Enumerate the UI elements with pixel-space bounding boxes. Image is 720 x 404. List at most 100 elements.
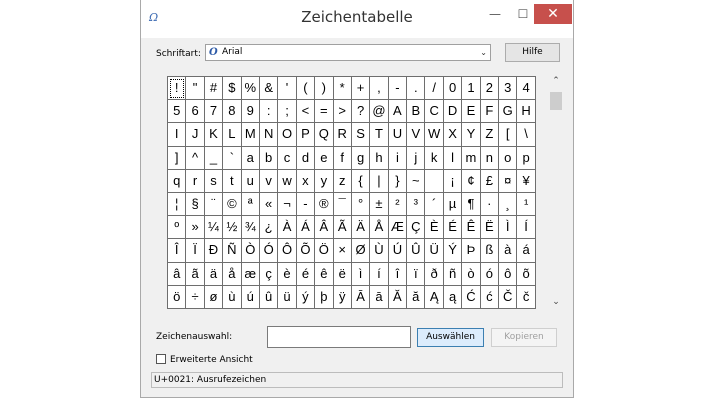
char-cell[interactable]: »: [186, 216, 205, 240]
char-cell[interactable]: ': [278, 77, 297, 101]
char-cell[interactable]: K: [204, 123, 224, 147]
char-cell[interactable]: 1: [462, 77, 481, 101]
char-cell[interactable]: X: [443, 123, 463, 147]
char-cell[interactable]: H: [517, 100, 536, 124]
char-cell[interactable]: ê: [315, 262, 334, 286]
char-cell[interactable]: Ā: [351, 285, 371, 309]
char-cell[interactable]: Ä: [351, 216, 371, 240]
char-cell[interactable]: û: [259, 285, 279, 309]
maximize-button[interactable]: ☐: [509, 4, 537, 24]
char-cell[interactable]: P: [296, 123, 316, 147]
char-cell[interactable]: Ã: [333, 216, 352, 240]
char-cell[interactable]: z: [333, 169, 352, 193]
char-cell[interactable]: þ: [315, 285, 334, 309]
char-cell[interactable]: Ă: [388, 285, 408, 309]
char-cell[interactable]: e: [315, 146, 334, 170]
char-cell[interactable]: ^: [186, 146, 205, 170]
char-cell[interactable]: «: [259, 192, 279, 217]
char-cell[interactable]: R: [333, 123, 352, 147]
char-cell[interactable]: W: [425, 123, 444, 147]
char-cell[interactable]: ¼: [204, 216, 224, 240]
char-cell[interactable]: º: [168, 216, 187, 240]
char-cell[interactable]: â: [168, 262, 187, 286]
char-cell[interactable]: Ò: [241, 239, 260, 263]
char-cell[interactable]: A: [388, 100, 408, 124]
char-cell[interactable]: ç: [259, 262, 279, 286]
char-cell[interactable]: }: [388, 169, 408, 193]
char-cell[interactable]: ¿: [259, 216, 279, 240]
char-cell[interactable]: ±: [370, 192, 389, 217]
char-cell[interactable]: ~: [407, 169, 426, 193]
char-cell[interactable]: £: [480, 169, 500, 193]
char-cell[interactable]: x: [296, 169, 316, 193]
help-button[interactable]: Hilfe: [505, 43, 560, 62]
char-cell[interactable]: p: [517, 146, 536, 170]
char-cell[interactable]: Ù: [370, 239, 389, 263]
char-cell[interactable]: ð: [425, 262, 444, 286]
char-cell[interactable]: D: [443, 100, 463, 124]
char-cell[interactable]: 4: [517, 77, 536, 101]
char-cell[interactable]: î: [388, 262, 408, 286]
char-cell[interactable]: L: [223, 123, 242, 147]
char-cell[interactable]: ¢: [462, 169, 481, 193]
char-cell[interactable]: Ü: [425, 239, 444, 263]
char-cell[interactable]: *: [333, 77, 352, 101]
char-cell[interactable]: ¡: [443, 169, 463, 193]
char-cell[interactable]: E: [462, 100, 481, 124]
char-cell[interactable]: -: [388, 77, 408, 101]
minimize-button[interactable]: —: [481, 4, 509, 24]
char-cell[interactable]: ©: [223, 192, 242, 217]
char-cell[interactable]: Ø: [351, 239, 371, 263]
char-cell[interactable]: ò: [462, 262, 481, 286]
char-cell[interactable]: ): [315, 77, 334, 101]
char-cell[interactable]: $: [223, 77, 242, 101]
char-cell[interactable]: Ą: [425, 285, 444, 309]
char-cell[interactable]: 8: [223, 100, 242, 124]
char-cell[interactable]: #: [204, 77, 224, 101]
selection-input[interactable]: [267, 326, 411, 348]
char-cell[interactable]: Ô: [278, 239, 297, 263]
char-cell[interactable]: à: [499, 239, 518, 263]
char-cell[interactable]: s: [204, 169, 224, 193]
char-cell[interactable]: á: [517, 239, 536, 263]
char-cell[interactable]: (: [296, 77, 316, 101]
char-cell[interactable]: @: [370, 100, 389, 124]
char-cell[interactable]: ÷: [186, 285, 205, 309]
char-cell[interactable]: <: [296, 100, 316, 124]
char-cell[interactable]: Æ: [388, 216, 408, 240]
char-cell[interactable]: _: [204, 146, 224, 170]
char-cell[interactable]: &: [259, 77, 279, 101]
char-cell[interactable]: l: [443, 146, 463, 170]
char-cell[interactable]: -: [296, 192, 316, 217]
char-cell[interactable]: V: [407, 123, 426, 147]
char-cell[interactable]: ù: [223, 285, 242, 309]
char-cell[interactable]: ®: [315, 192, 334, 217]
char-cell[interactable]: d: [296, 146, 316, 170]
char-cell[interactable]: À: [278, 216, 297, 240]
char-cell[interactable]: Ć: [462, 285, 481, 309]
char-cell[interactable]: f: [333, 146, 352, 170]
char-cell[interactable]: ú: [241, 285, 260, 309]
char-cell[interactable]: ö: [168, 285, 187, 309]
char-cell[interactable]: ë: [333, 262, 352, 286]
char-cell[interactable]: I: [168, 123, 187, 147]
title-bar[interactable]: Ω Zeichentabelle — ☐ ✕: [141, 0, 573, 38]
char-cell[interactable]: Ú: [388, 239, 408, 263]
chevron-down-icon[interactable]: ⌄: [549, 297, 563, 311]
char-cell[interactable]: >: [333, 100, 352, 124]
char-cell[interactable]: Þ: [462, 239, 481, 263]
char-cell[interactable]: 7: [204, 100, 224, 124]
char-cell[interactable]: m: [462, 146, 481, 170]
char-cell[interactable]: i: [388, 146, 408, 170]
char-cell[interactable]: 2: [480, 77, 500, 101]
char-cell[interactable]: č: [517, 285, 536, 309]
char-cell[interactable]: !: [168, 77, 187, 101]
char-cell[interactable]: Q: [315, 123, 334, 147]
char-cell[interactable]: Î: [168, 239, 187, 263]
char-cell[interactable]: h: [370, 146, 389, 170]
char-cell[interactable]: T: [370, 123, 389, 147]
character-grid[interactable]: ! " # $% & '() * +, -./0 1 2 3 4 5 6 7 8 9:; < = >? @ A B C D E F G H…: [167, 76, 536, 309]
char-cell[interactable]: 6: [186, 100, 205, 124]
char-cell[interactable]: Û: [407, 239, 426, 263]
char-cell[interactable]: w: [278, 169, 297, 193]
